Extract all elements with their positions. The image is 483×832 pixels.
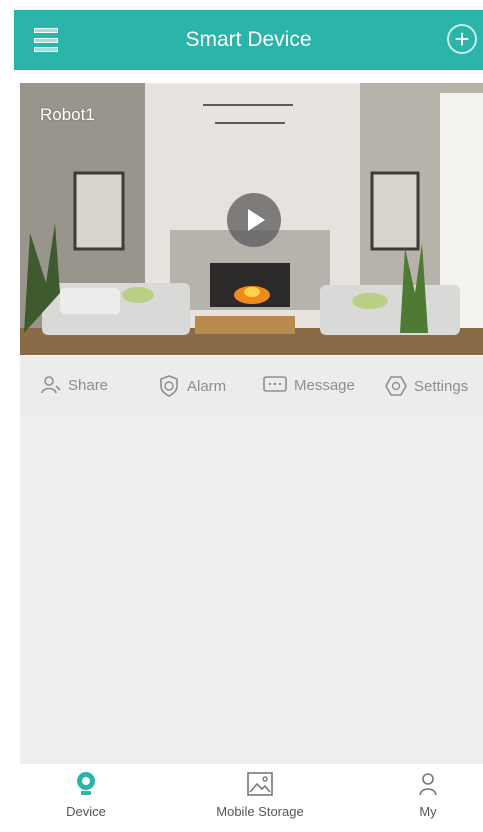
app-header: Smart Device + [14,10,483,70]
message-icon [263,376,287,392]
camera-pin-icon [77,772,95,795]
settings-button[interactable]: Settings [384,374,468,398]
settings-hexagon-icon [385,376,407,396]
alarm-label: Alarm [187,377,227,395]
tab-mobile-storage-label: Mobile Storage [216,804,304,819]
play-button[interactable] [227,193,281,247]
menu-icon[interactable] [34,28,58,52]
tab-device[interactable]: Device [56,770,116,819]
share-label: Share [68,376,109,394]
alarm-button[interactable]: Alarm [157,374,226,398]
bottom-tab-bar: Device Mobile Storage My [0,764,483,832]
settings-label: Settings [414,377,469,395]
alarm-shield-icon [160,375,178,397]
share-button[interactable]: Share [40,374,108,396]
tab-mobile-storage[interactable]: Mobile Storage [198,770,322,819]
add-device-button[interactable]: + [447,24,477,54]
camera-actions: Share Alarm Message Settings [20,356,483,414]
image-gallery-icon [247,772,273,796]
message-button[interactable]: Message [262,374,355,396]
tab-my-label: My [419,804,437,819]
device-list-area [20,414,483,764]
tab-my[interactable]: My [404,770,452,819]
tab-device-label: Device [66,804,106,819]
camera-preview[interactable]: Robot1 [20,83,483,355]
camera-name: Robot1 [40,105,95,124]
message-label: Message [294,376,355,394]
user-profile-icon [419,773,437,796]
page-title: Smart Device [185,28,312,51]
share-user-icon [41,376,61,394]
